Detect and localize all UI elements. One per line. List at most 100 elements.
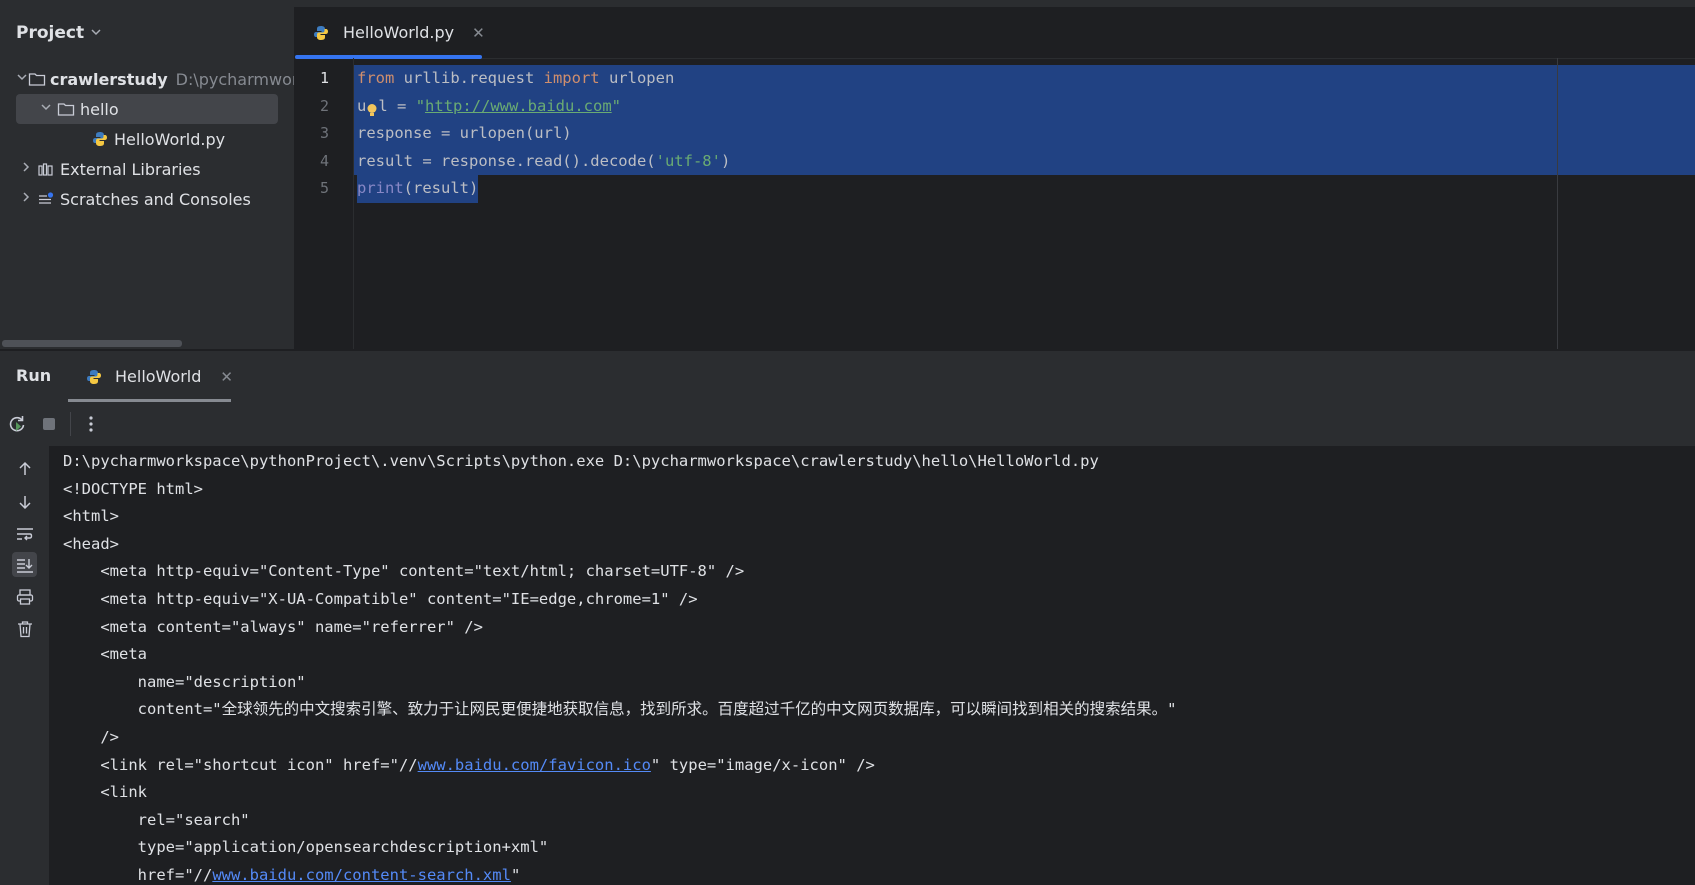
more-icon[interactable] xyxy=(80,413,102,435)
code-line[interactable]: ul = "http://www.baidu.com" xyxy=(354,93,1695,121)
builtin-function: print xyxy=(357,179,404,198)
code-token: result = response.read().decode( xyxy=(357,151,656,170)
tree-item-label: HelloWorld.py xyxy=(114,129,226,149)
console-line: type="application/opensearchdescription+… xyxy=(63,838,549,857)
libraries-icon xyxy=(36,160,56,178)
bulb-icon[interactable] xyxy=(366,99,378,117)
run-tab-helloworld[interactable]: HelloWorld ✕ xyxy=(68,351,249,402)
string-token: " xyxy=(415,96,426,115)
line-number: 3 xyxy=(319,124,329,143)
console-link[interactable]: www.baidu.com/favicon.ico xyxy=(418,756,651,774)
scratches-icon xyxy=(36,190,56,208)
line-number: 2 xyxy=(319,96,329,115)
project-pane-header[interactable]: Project xyxy=(16,23,102,43)
run-panel-title: Run xyxy=(16,366,52,385)
project-pane: Project crawlerstudy D:\pycharmwor hello xyxy=(0,7,295,349)
folder-icon xyxy=(56,100,76,118)
console-line: <meta content="always" name="referrer" /… xyxy=(63,617,483,636)
keyword: import xyxy=(543,69,600,87)
code-token: (result) xyxy=(403,179,479,198)
console-line: D:\pycharmworkspace\pythonProject\.venv\… xyxy=(63,452,1099,470)
chevron-down-icon xyxy=(90,26,102,41)
tree-item-scratches[interactable]: Scratches and Consoles xyxy=(0,184,294,214)
trash-icon[interactable] xyxy=(12,616,37,641)
python-file-icon xyxy=(90,130,110,148)
code-token: l xyxy=(378,96,388,115)
console-line: <link rel="shortcut icon" href="//www.ba… xyxy=(49,752,1695,780)
tree-item-path: D:\pycharmwor xyxy=(175,69,295,89)
tab-helloworld-py[interactable]: HelloWorld.py ✕ xyxy=(305,7,491,58)
console-text: <link rel="shortcut icon" href="// xyxy=(63,755,418,774)
window-top-strip xyxy=(0,0,1695,7)
right-margin-guide xyxy=(1557,58,1558,349)
close-icon[interactable]: ✕ xyxy=(220,368,233,386)
tab-label: HelloWorld.py xyxy=(343,23,455,42)
tree-item-crawlerstudy[interactable]: crawlerstudy D:\pycharmwor xyxy=(0,64,294,94)
console-line: <head> xyxy=(63,534,119,553)
console-line: content="全球领先的中文搜索引擎、致力于让网民更便捷地获取信息，找到所求… xyxy=(63,700,1177,719)
console-link[interactable]: www.baidu.com/content-search.xml xyxy=(212,866,511,884)
console-text: " type="image/x-icon" /> xyxy=(650,755,875,774)
code-token: u xyxy=(357,96,367,115)
chevron-down-icon[interactable] xyxy=(36,101,56,117)
tree-item-label: Scratches and Consoles xyxy=(60,189,251,209)
console-line: <meta xyxy=(63,645,147,664)
python-file-icon xyxy=(84,368,104,386)
code-line[interactable]: from urllib.request import urlopen xyxy=(354,65,1695,93)
code-token: urllib.request xyxy=(394,69,544,87)
tree-item-label: crawlerstudy xyxy=(50,69,168,89)
stop-icon[interactable] xyxy=(38,413,60,435)
tree-item-label: External Libraries xyxy=(60,159,201,179)
editor: HelloWorld.py ✕ 1 2 3 4 5 from urllib.re… xyxy=(295,7,1695,349)
console-line: rel="search" xyxy=(63,810,250,829)
console-line: <link xyxy=(63,783,147,802)
selected-text: print(result) xyxy=(357,175,479,203)
console-line: /> xyxy=(63,727,119,746)
project-pane-title: Project xyxy=(16,23,85,43)
code-line[interactable]: result = response.read().decode('utf-8') xyxy=(354,148,1695,176)
console-line: <meta http-equiv="Content-Type" content=… xyxy=(63,562,745,581)
folder-icon xyxy=(28,70,46,88)
run-tab-label: HelloWorld xyxy=(115,367,202,386)
console-line: <meta http-equiv="X-UA-Compatible" conte… xyxy=(63,589,698,608)
toolbar-separator xyxy=(70,412,71,436)
rerun-icon[interactable] xyxy=(6,413,28,435)
console-text: href="// xyxy=(63,865,213,884)
console-text: " xyxy=(510,865,521,884)
keyword: from xyxy=(357,69,395,87)
chevron-right-icon[interactable] xyxy=(16,161,36,177)
code-area[interactable]: from urllib.request import urlopen ul = … xyxy=(354,58,1695,349)
code-line[interactable]: response = urlopen(url) xyxy=(354,120,1695,148)
console-output[interactable]: D:\pycharmworkspace\pythonProject\.venv\… xyxy=(49,446,1695,885)
close-icon[interactable]: ✕ xyxy=(472,24,485,42)
run-toolbar xyxy=(0,402,1695,446)
tree-item-external-libraries[interactable]: External Libraries xyxy=(0,154,294,184)
code-token: = xyxy=(387,96,416,115)
print-icon[interactable] xyxy=(12,584,37,609)
console-line: name="description" xyxy=(63,672,306,691)
url-string[interactable]: http://www.baidu.com xyxy=(425,97,612,115)
scroll-to-end-icon[interactable] xyxy=(12,552,37,577)
editor-tab-bar: HelloWorld.py ✕ xyxy=(295,7,1695,59)
code-token: urlopen xyxy=(599,69,675,87)
tree-item-hello[interactable]: hello xyxy=(16,94,278,124)
chevron-down-icon[interactable] xyxy=(16,71,28,87)
python-file-icon xyxy=(311,24,331,42)
console-side-toolbar xyxy=(0,446,49,885)
chevron-right-icon[interactable] xyxy=(16,191,36,207)
project-tree: crawlerstudy D:\pycharmwor hello HelloWo… xyxy=(0,64,294,214)
horizontal-scrollbar[interactable] xyxy=(2,340,182,347)
line-number: 1 xyxy=(319,69,329,87)
tree-item-label: hello xyxy=(80,99,119,119)
arrow-down-icon[interactable] xyxy=(12,489,37,514)
soft-wrap-icon[interactable] xyxy=(12,521,37,546)
line-number: 4 xyxy=(319,151,329,170)
string-token: 'utf-8' xyxy=(655,151,721,170)
console-line: <!DOCTYPE html> xyxy=(63,479,203,498)
tree-item-helloworld-py[interactable]: HelloWorld.py xyxy=(0,124,294,154)
console-line: <html> xyxy=(63,507,119,526)
code-line[interactable]: print(result) xyxy=(354,175,1695,203)
arrow-up-icon[interactable] xyxy=(12,456,37,481)
code-token: ) xyxy=(720,151,731,170)
line-number-gutter: 1 2 3 4 5 xyxy=(295,58,354,349)
